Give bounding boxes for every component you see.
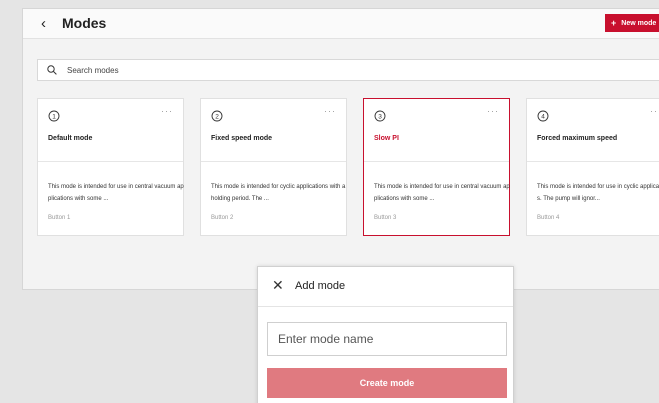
card-title: Fixed speed mode bbox=[211, 135, 273, 142]
mode-number-icon: 4 bbox=[537, 110, 549, 122]
add-mode-dialog: ✕ Add mode Create mode bbox=[257, 266, 514, 403]
new-mode-label: New mode bbox=[621, 19, 657, 27]
modes-window: ‹ Modes + New mode Search modes 1 ··· De… bbox=[22, 8, 659, 290]
divider bbox=[364, 161, 509, 162]
page-header: ‹ Modes + New mode bbox=[23, 9, 659, 39]
close-icon[interactable]: ✕ bbox=[272, 277, 284, 294]
svg-text:2: 2 bbox=[215, 113, 219, 120]
card-description: This mode is intended for use in central… bbox=[48, 184, 184, 202]
card-title: Slow PI bbox=[374, 135, 399, 142]
mode-number-icon: 3 bbox=[374, 110, 386, 122]
svg-text:4: 4 bbox=[541, 113, 545, 120]
create-mode-button[interactable]: Create mode bbox=[267, 368, 507, 398]
dialog-header: ✕ Add mode bbox=[258, 267, 513, 307]
mode-card-forced-max-speed[interactable]: 4 ··· Forced maximum speed This mode is … bbox=[526, 98, 659, 236]
search-placeholder: Search modes bbox=[67, 65, 119, 75]
mode-name-input[interactable] bbox=[267, 322, 507, 356]
mode-number-icon: 2 bbox=[211, 110, 223, 122]
divider bbox=[201, 161, 346, 162]
dialog-title: Add mode bbox=[295, 280, 346, 292]
mode-card-slow-pi[interactable]: 3 ··· Slow PI This mode is intended for … bbox=[363, 98, 510, 236]
search-icon bbox=[47, 65, 57, 75]
more-options-icon[interactable]: ··· bbox=[161, 106, 173, 116]
card-button[interactable]: Button 1 bbox=[48, 215, 70, 221]
mode-number-icon: 1 bbox=[48, 110, 60, 122]
card-button[interactable]: Button 3 bbox=[374, 215, 396, 221]
card-description: This mode is intended for use in cyclic … bbox=[537, 184, 659, 202]
more-options-icon[interactable]: ··· bbox=[487, 106, 499, 116]
page-title: Modes bbox=[62, 15, 107, 31]
svg-text:1: 1 bbox=[52, 113, 56, 120]
search-input[interactable]: Search modes bbox=[37, 59, 659, 81]
card-description: This mode is intended for cyclic applica… bbox=[211, 184, 346, 202]
card-button[interactable]: Button 4 bbox=[537, 215, 559, 221]
card-button[interactable]: Button 2 bbox=[211, 215, 233, 221]
new-mode-button[interactable]: + New mode bbox=[605, 14, 659, 32]
mode-card-default[interactable]: 1 ··· Default mode This mode is intended… bbox=[37, 98, 184, 236]
card-description: This mode is intended for use in central… bbox=[374, 184, 510, 202]
card-title: Default mode bbox=[48, 135, 93, 142]
more-options-icon[interactable]: ··· bbox=[650, 106, 659, 116]
svg-text:3: 3 bbox=[378, 113, 382, 120]
plus-icon: + bbox=[611, 18, 617, 28]
mode-card-fixed-speed[interactable]: 2 ··· Fixed speed mode This mode is inte… bbox=[200, 98, 347, 236]
card-title: Forced maximum speed bbox=[537, 135, 618, 142]
chevron-left-icon[interactable]: ‹ bbox=[41, 15, 46, 32]
divider bbox=[38, 161, 183, 162]
divider bbox=[527, 161, 659, 162]
more-options-icon[interactable]: ··· bbox=[324, 106, 336, 116]
